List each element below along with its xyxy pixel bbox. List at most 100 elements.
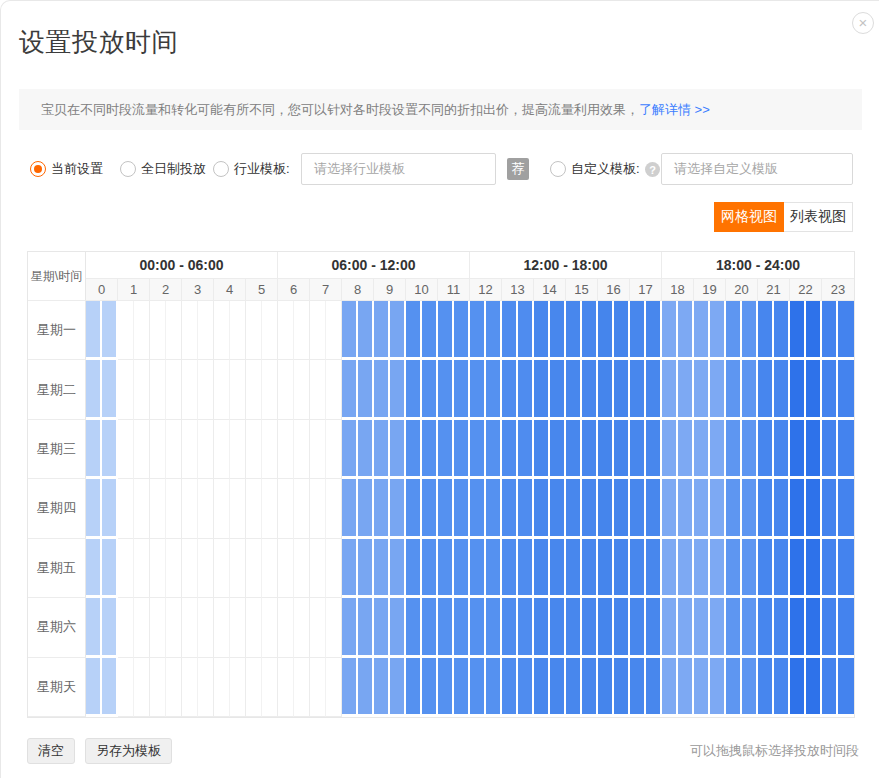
schedule-cell[interactable]	[726, 479, 742, 538]
schedule-cell[interactable]	[486, 301, 502, 360]
schedule-cell[interactable]	[118, 301, 134, 360]
schedule-cell[interactable]	[422, 598, 438, 657]
schedule-cell[interactable]	[742, 360, 758, 419]
schedule-cell[interactable]	[182, 479, 198, 538]
schedule-cell[interactable]	[326, 598, 342, 657]
schedule-cell[interactable]	[678, 539, 694, 598]
schedule-cell[interactable]	[150, 598, 166, 657]
schedule-cell[interactable]	[294, 539, 310, 598]
schedule-cell[interactable]	[422, 479, 438, 538]
schedule-cell[interactable]	[774, 360, 790, 419]
schedule-cell[interactable]	[486, 539, 502, 598]
save-as-template-button[interactable]: 另存为模板	[85, 738, 172, 764]
schedule-cell[interactable]	[390, 360, 406, 419]
schedule-cell[interactable]	[246, 658, 262, 717]
schedule-cell[interactable]	[774, 301, 790, 360]
schedule-cell[interactable]	[246, 598, 262, 657]
schedule-cell[interactable]	[134, 479, 150, 538]
schedule-cell[interactable]	[534, 539, 550, 598]
schedule-cell[interactable]	[614, 658, 630, 717]
schedule-cell[interactable]	[390, 539, 406, 598]
schedule-cell[interactable]	[438, 360, 454, 419]
schedule-cell[interactable]	[646, 539, 662, 598]
clear-button[interactable]: 清空	[27, 738, 75, 764]
schedule-cell[interactable]	[822, 301, 838, 360]
schedule-cell[interactable]	[358, 539, 374, 598]
schedule-cell[interactable]	[246, 360, 262, 419]
schedule-cell[interactable]	[630, 479, 646, 538]
schedule-cell[interactable]	[422, 539, 438, 598]
schedule-cell[interactable]	[630, 420, 646, 479]
schedule-cell[interactable]	[374, 539, 390, 598]
schedule-cell[interactable]	[582, 658, 598, 717]
schedule-cell[interactable]	[662, 658, 678, 717]
schedule-cell[interactable]	[790, 479, 806, 538]
schedule-cell[interactable]	[774, 479, 790, 538]
schedule-cell[interactable]	[486, 658, 502, 717]
schedule-cell[interactable]	[534, 420, 550, 479]
schedule-cell[interactable]	[822, 360, 838, 419]
schedule-cell[interactable]	[726, 301, 742, 360]
schedule-cell[interactable]	[774, 598, 790, 657]
schedule-cell[interactable]	[134, 420, 150, 479]
schedule-cell[interactable]	[406, 420, 422, 479]
schedule-cell[interactable]	[214, 658, 230, 717]
schedule-cell[interactable]	[166, 301, 182, 360]
schedule-cell[interactable]	[198, 479, 214, 538]
schedule-cell[interactable]	[310, 658, 326, 717]
schedule-cell[interactable]	[518, 360, 534, 419]
schedule-cell[interactable]	[230, 598, 246, 657]
schedule-cell[interactable]	[726, 539, 742, 598]
schedule-cell[interactable]	[502, 539, 518, 598]
schedule-cell[interactable]	[598, 658, 614, 717]
schedule-cell[interactable]	[342, 301, 358, 360]
schedule-cell[interactable]	[86, 301, 102, 360]
schedule-cell[interactable]	[118, 598, 134, 657]
schedule-cell[interactable]	[630, 598, 646, 657]
schedule-cell[interactable]	[838, 360, 854, 419]
schedule-cell[interactable]	[406, 479, 422, 538]
schedule-cell[interactable]	[566, 301, 582, 360]
schedule-cell[interactable]	[182, 598, 198, 657]
schedule-cell[interactable]	[710, 598, 726, 657]
schedule-cell[interactable]	[358, 360, 374, 419]
schedule-cell[interactable]	[534, 360, 550, 419]
schedule-cell[interactable]	[230, 539, 246, 598]
grid-view-button[interactable]: 网格视图	[714, 202, 784, 232]
schedule-cell[interactable]	[134, 598, 150, 657]
schedule-cell[interactable]	[758, 420, 774, 479]
schedule-cell[interactable]	[758, 479, 774, 538]
schedule-cell[interactable]	[662, 539, 678, 598]
schedule-cell[interactable]	[86, 479, 102, 538]
schedule-cell[interactable]	[214, 598, 230, 657]
schedule-cell[interactable]	[726, 420, 742, 479]
schedule-cell[interactable]	[838, 301, 854, 360]
schedule-cell[interactable]	[550, 360, 566, 419]
schedule-cell[interactable]	[662, 360, 678, 419]
schedule-cell[interactable]	[710, 360, 726, 419]
schedule-cell[interactable]	[806, 598, 822, 657]
radio-industry-template[interactable]	[213, 161, 229, 177]
schedule-cell[interactable]	[102, 301, 118, 360]
schedule-cell[interactable]	[134, 658, 150, 717]
schedule-cell[interactable]	[518, 420, 534, 479]
schedule-cell[interactable]	[822, 598, 838, 657]
schedule-cell[interactable]	[550, 598, 566, 657]
schedule-cell[interactable]	[134, 360, 150, 419]
schedule-cell[interactable]	[598, 360, 614, 419]
list-view-button[interactable]: 列表视图	[784, 202, 853, 232]
schedule-cell[interactable]	[310, 479, 326, 538]
schedule-cell[interactable]	[198, 658, 214, 717]
schedule-cell[interactable]	[422, 420, 438, 479]
schedule-cell[interactable]	[742, 420, 758, 479]
schedule-cell[interactable]	[150, 301, 166, 360]
schedule-cell[interactable]	[310, 539, 326, 598]
schedule-cell[interactable]	[742, 658, 758, 717]
schedule-cell[interactable]	[278, 479, 294, 538]
schedule-cell[interactable]	[822, 420, 838, 479]
schedule-cell[interactable]	[534, 598, 550, 657]
schedule-cell[interactable]	[710, 479, 726, 538]
schedule-cell[interactable]	[134, 539, 150, 598]
schedule-cell[interactable]	[502, 658, 518, 717]
schedule-cell[interactable]	[694, 479, 710, 538]
